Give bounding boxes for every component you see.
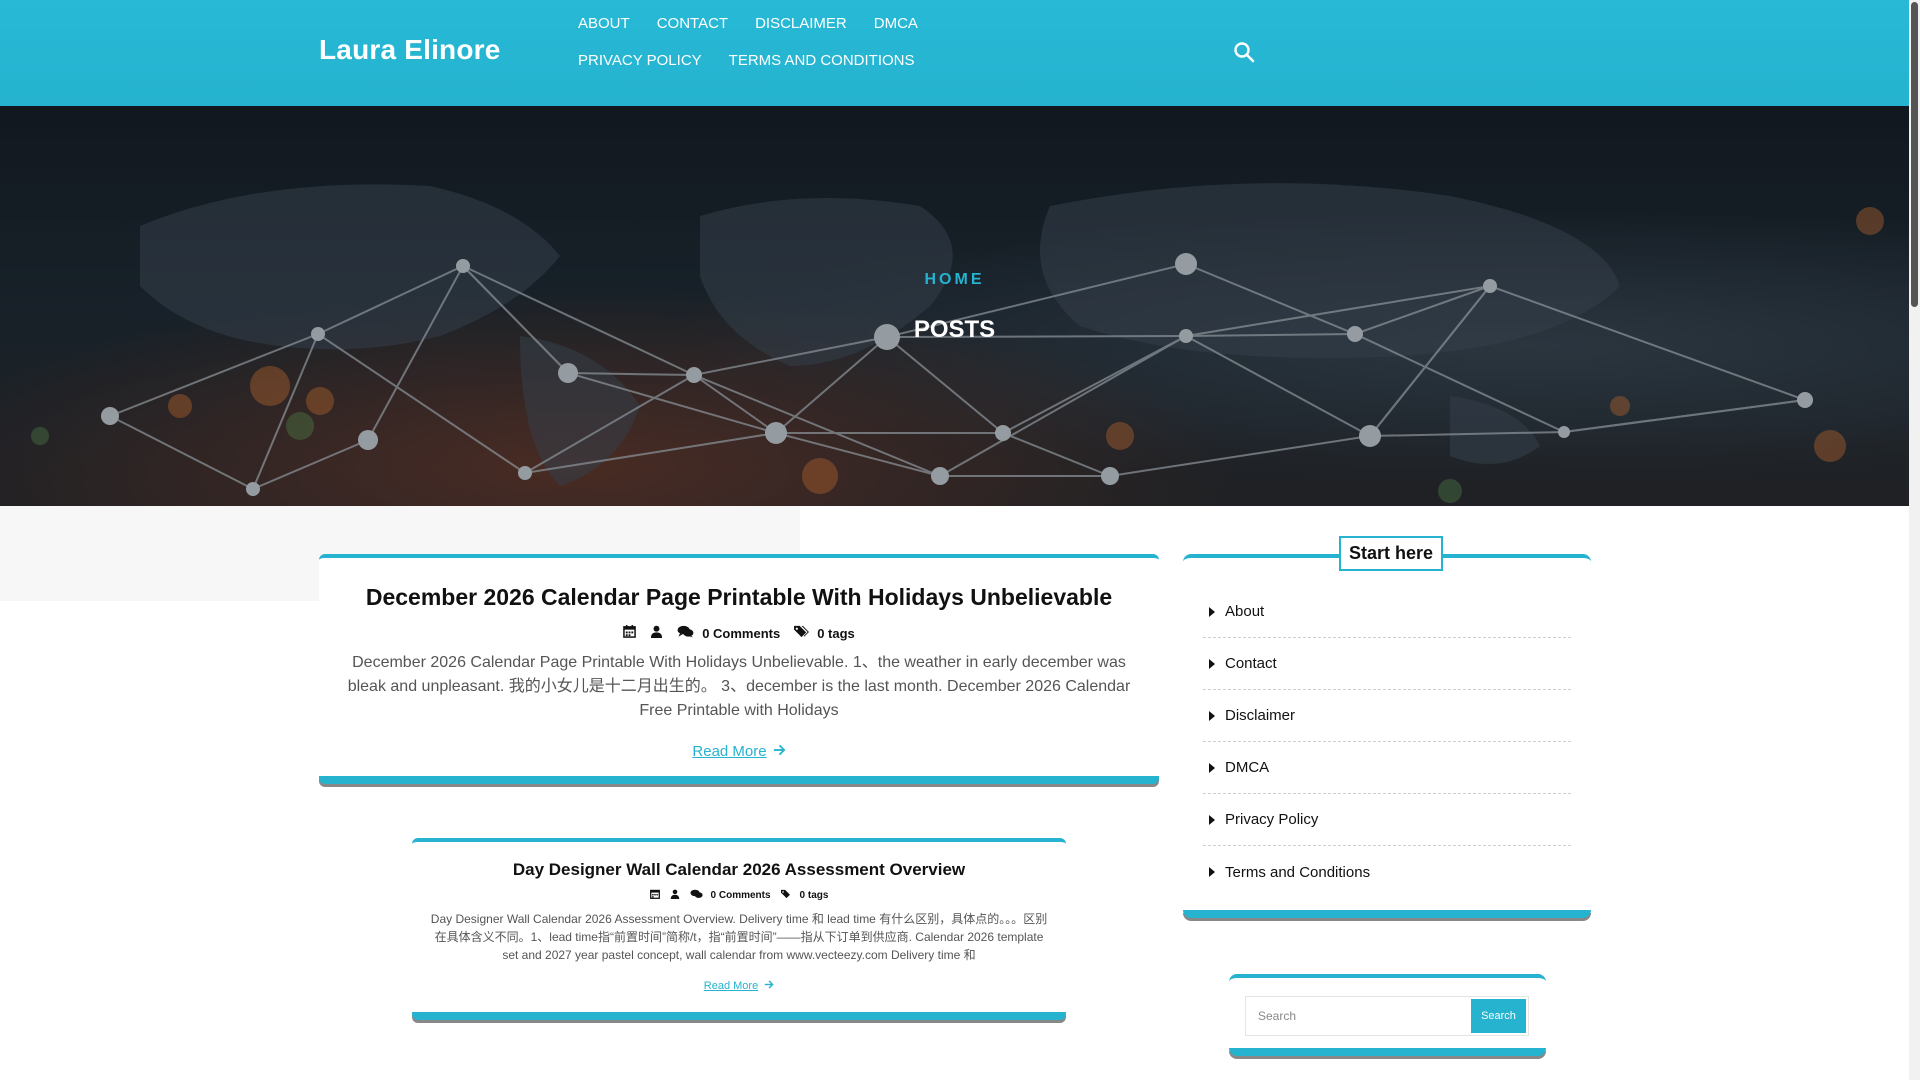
- comments-label: 0 Comments: [702, 625, 781, 641]
- comments-count[interactable]: 0 Comments: [677, 625, 780, 641]
- comments-icon: [677, 625, 694, 641]
- comments-label: 0 Comments: [710, 890, 771, 901]
- calendar-icon: [649, 889, 660, 902]
- post-title-link[interactable]: December 2026 Calendar Page Printable Wi…: [366, 584, 1112, 610]
- caret-right-icon: [1209, 606, 1215, 617]
- nav-item-dmca[interactable]: DMCA: [874, 14, 918, 33]
- sidebar-item-contact[interactable]: Contact: [1203, 638, 1571, 690]
- nav-item-disclaimer[interactable]: DISCLAIMER: [755, 14, 847, 33]
- tags-icon: [794, 625, 810, 641]
- site-header: Laura Elinore ABOUT CONTACT DISCLAIMER D…: [0, 0, 1909, 106]
- post-meta: 0 Comments 0 tags: [412, 889, 1066, 902]
- main-nav: ABOUT CONTACT DISCLAIMER DMCA PRIVACY PO…: [578, 14, 1058, 70]
- caret-right-icon: [1209, 710, 1215, 721]
- calendar-icon: [623, 625, 637, 641]
- caret-right-icon: [1209, 814, 1215, 825]
- arrow-right-icon: [773, 743, 786, 760]
- post-title[interactable]: Day Designer Wall Calendar 2026 Assessme…: [412, 860, 1066, 880]
- nav-item-privacy-policy[interactable]: PRIVACY POLICY: [578, 51, 702, 70]
- post-meta: 0 Comments 0 tags: [319, 625, 1159, 641]
- start-here-widget: Start here About Contact Disclaimer DMCA…: [1183, 536, 1591, 918]
- search-button[interactable]: Search: [1471, 999, 1526, 1033]
- sidebar-item-label[interactable]: Disclaimer: [1225, 707, 1295, 724]
- sidebar-item-disclaimer[interactable]: Disclaimer: [1203, 690, 1571, 742]
- widget-title: Start here: [1339, 536, 1444, 571]
- comments-count[interactable]: 0 Comments: [689, 889, 771, 902]
- sidebar-item-label[interactable]: Privacy Policy: [1225, 811, 1318, 828]
- nav-item-about[interactable]: ABOUT: [578, 14, 630, 33]
- sidebar-item-label[interactable]: Contact: [1225, 655, 1277, 672]
- sidebar-item-label[interactable]: DMCA: [1225, 759, 1269, 776]
- tags-label: 0 tags: [817, 625, 855, 641]
- nav-item-contact[interactable]: CONTACT: [657, 14, 728, 33]
- sidebar-item-label[interactable]: Terms and Conditions: [1225, 864, 1370, 881]
- read-more-link[interactable]: Read More: [704, 980, 774, 992]
- caret-right-icon: [1209, 762, 1215, 773]
- search-widget: Search: [1229, 974, 1546, 1056]
- scrollbar-thumb[interactable]: [1911, 2, 1918, 307]
- post-card: Day Designer Wall Calendar 2026 Assessme…: [412, 838, 1066, 1020]
- read-more-link[interactable]: Read More: [692, 743, 786, 760]
- sidebar-item-about[interactable]: About: [1203, 586, 1571, 638]
- post-title[interactable]: December 2026 Calendar Page Printable Wi…: [319, 584, 1159, 611]
- post-card: December 2026 Calendar Page Printable Wi…: [319, 554, 1159, 784]
- user-icon: [670, 889, 680, 902]
- sidebar-item-privacy-policy[interactable]: Privacy Policy: [1203, 794, 1571, 846]
- tags-count: 0 tags: [794, 625, 855, 641]
- comments-icon: [689, 889, 703, 902]
- post-excerpt: Day Designer Wall Calendar 2026 Assessme…: [430, 912, 1048, 962]
- read-more-label: Read More: [692, 743, 767, 760]
- caret-right-icon: [1209, 658, 1215, 669]
- tags-count: 0 tags: [780, 889, 829, 902]
- caret-right-icon: [1209, 867, 1215, 877]
- read-more-label: Read More: [703, 980, 759, 992]
- user-icon: [650, 625, 663, 641]
- hero-text: HOME POSTS: [0, 106, 1909, 506]
- hero-banner: HOME POSTS: [0, 106, 1909, 506]
- post-title-link[interactable]: Day Designer Wall Calendar 2026 Assessme…: [513, 860, 965, 879]
- sidebar-item-dmca[interactable]: DMCA: [1203, 742, 1571, 794]
- nav-item-terms-and-conditions[interactable]: TERMS AND CONDITIONS: [729, 51, 915, 70]
- start-here-list: About Contact Disclaimer DMCA Privacy Po…: [1203, 586, 1571, 898]
- search-form: Search: [1245, 996, 1529, 1036]
- sidebar-item-terms-and-conditions[interactable]: Terms and Conditions: [1203, 846, 1571, 898]
- post-excerpt: December 2026 Calendar Page Printable Wi…: [347, 654, 1131, 719]
- tags-label: 0 tags: [799, 890, 829, 901]
- sidebar-item-label[interactable]: About: [1225, 603, 1264, 620]
- search-input[interactable]: [1246, 997, 1471, 1035]
- site-title[interactable]: Laura Elinore: [319, 34, 501, 66]
- search-icon[interactable]: [1232, 40, 1256, 64]
- arrow-right-icon: [764, 980, 774, 992]
- breadcrumb-home[interactable]: HOME: [0, 271, 1909, 289]
- tags-icon: [780, 889, 792, 902]
- page-title: POSTS: [913, 316, 996, 343]
- page-scrollbar[interactable]: [1909, 0, 1920, 1080]
